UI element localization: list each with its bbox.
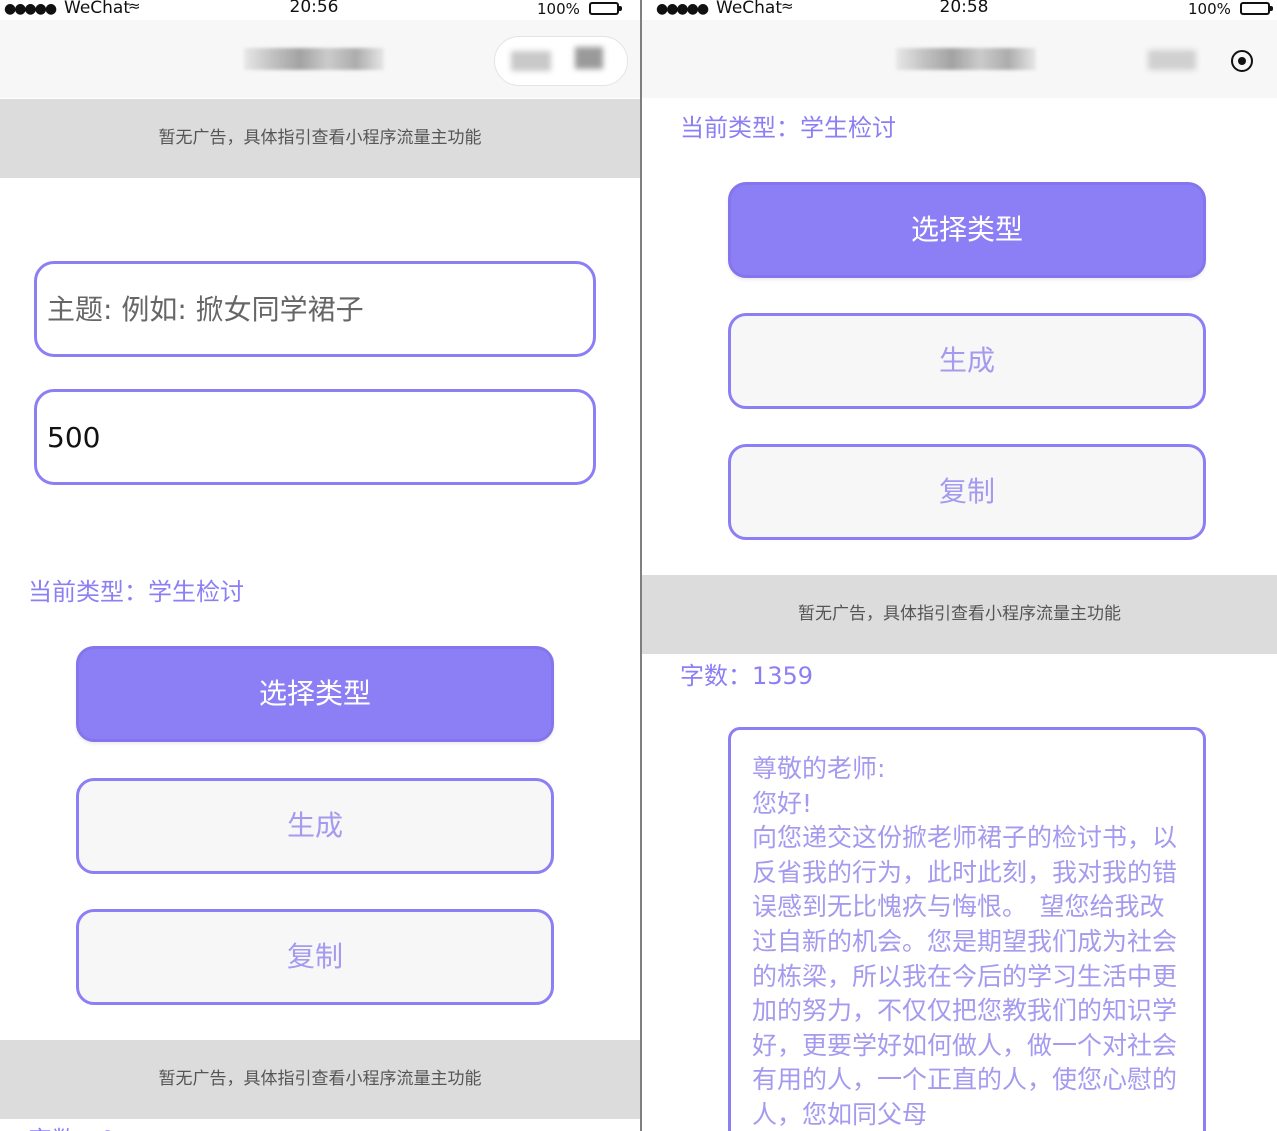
phone-screen-left: ●●●●● WeChat ≈ 20:56 100% 暂无广告，具体指引查看小程序…: [0, 0, 640, 1131]
more-icon[interactable]: [1148, 50, 1196, 70]
nav-title-blurred: [244, 48, 384, 70]
generate-button[interactable]: 生成: [76, 778, 554, 874]
mini-program-capsule[interactable]: [1144, 36, 1277, 86]
word-count: 字数：1359: [680, 662, 814, 690]
word-count: 字数：0: [28, 1120, 115, 1131]
generate-button[interactable]: 生成: [728, 313, 1206, 409]
generated-text-box[interactable]: 尊敬的老师: 您好! 向您递交这份掀老师裙子的检讨书，以反省我的行为，此时此刻，…: [728, 727, 1206, 1131]
wifi-icon: ≈: [781, 0, 794, 15]
copy-button[interactable]: 复制: [728, 444, 1206, 540]
battery-percent: 100%: [537, 0, 580, 18]
status-bar: ●●●●● WeChat ≈ 20:56 100%: [0, 0, 640, 20]
current-type-label: 当前类型：学生检讨: [680, 114, 896, 142]
battery-icon: [589, 2, 622, 15]
carrier-name: WeChat: [64, 0, 130, 18]
signal-strength-icon: ●●●●●: [4, 1, 57, 17]
ad-banner: 暂无广告，具体指引查看小程序流量主功能: [642, 575, 1277, 654]
status-time: 20:58: [939, 0, 989, 17]
topic-input[interactable]: [34, 261, 596, 357]
signal-strength-icon: ●●●●●: [656, 1, 709, 17]
wifi-icon: ≈: [128, 0, 141, 15]
battery-percent: 100%: [1188, 0, 1231, 18]
status-bar: ●●●●● WeChat ≈ 20:58 100%: [642, 0, 1277, 20]
ad-banner: 暂无广告，具体指引查看小程序流量主功能: [0, 99, 640, 178]
record-target-icon[interactable]: [1231, 50, 1253, 72]
copy-button[interactable]: 复制: [76, 909, 554, 1005]
screenshot-stage: ●●●●● WeChat ≈ 20:56 100% 暂无广告，具体指引查看小程序…: [0, 0, 1277, 1131]
nav-title-blurred: [896, 48, 1036, 70]
choose-type-button[interactable]: 选择类型: [728, 182, 1206, 278]
phone-screen-right: ●●●●● WeChat ≈ 20:58 100% 当前类型：学生检讨 选择类型…: [642, 0, 1277, 1131]
word-length-input[interactable]: [34, 389, 596, 485]
close-icon[interactable]: [575, 47, 603, 69]
status-time: 20:56: [289, 0, 339, 17]
carrier-name: WeChat: [716, 0, 782, 18]
battery-icon: [1240, 2, 1273, 15]
nav-bar: [642, 20, 1277, 98]
choose-type-button[interactable]: 选择类型: [76, 646, 554, 742]
nav-bar: [0, 20, 640, 98]
current-type-label: 当前类型：学生检讨: [28, 578, 244, 606]
ad-banner-bottom: 暂无广告，具体指引查看小程序流量主功能: [0, 1040, 640, 1119]
more-icon[interactable]: [511, 51, 551, 71]
mini-program-capsule[interactable]: [494, 36, 628, 86]
